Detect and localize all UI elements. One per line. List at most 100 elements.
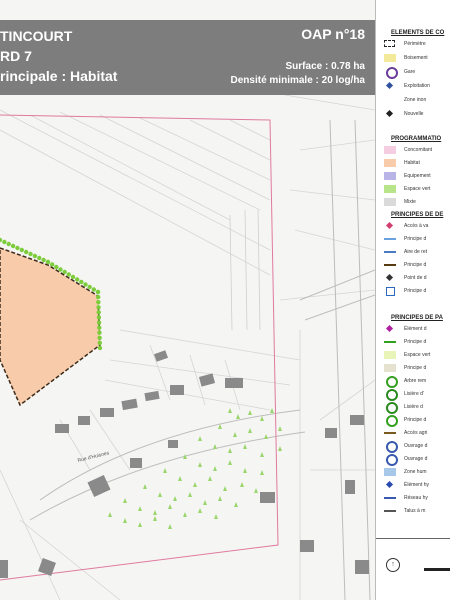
hedge-dot — [41, 257, 46, 263]
blue-swatch-icon — [384, 468, 396, 476]
tree-mark — [143, 484, 147, 489]
legend-item: Boisement — [384, 54, 450, 64]
legend-item-label: Principe d — [404, 288, 427, 294]
tree-mark — [260, 452, 264, 457]
legend-item: Ouvrage d — [384, 441, 450, 453]
yellow-swatch-icon — [384, 54, 396, 62]
tree-mark — [260, 470, 264, 475]
legend-item: Arbre rem — [384, 376, 450, 388]
scale-bar — [424, 568, 450, 571]
blue-ring-icon — [386, 441, 398, 453]
legend-item-label: Espace vert — [404, 186, 431, 192]
star-icon — [385, 81, 394, 90]
legend-item: Principe d — [384, 261, 450, 271]
legend-item: Principe d — [384, 338, 450, 348]
purple-swatch-icon — [384, 172, 396, 180]
tree-mark — [123, 518, 127, 523]
tree-mark — [243, 468, 247, 473]
none — [384, 96, 396, 104]
tree-mark — [240, 482, 244, 487]
legend-divider — [376, 538, 450, 539]
legend-item-label: Equipement — [404, 173, 431, 179]
tree-mark — [233, 432, 237, 437]
legend-item-label: Concomitant — [404, 147, 433, 153]
legend-item: Espace vert — [384, 185, 450, 195]
hedge-dot — [96, 320, 102, 325]
legend-item-label: Élément hy — [404, 482, 430, 488]
tree-mark — [138, 506, 142, 511]
legend-item-label: Mixte — [404, 199, 416, 205]
hedge-dot — [2, 239, 7, 245]
hedge-dot — [19, 247, 25, 253]
tree-mark — [153, 516, 157, 521]
hedge-dot — [49, 262, 55, 267]
hedge-dot — [0, 237, 3, 243]
hedge-dot — [15, 245, 20, 251]
legend-item-label: Boisement — [404, 55, 428, 61]
tree-mark — [138, 522, 142, 527]
legend-item: Principe d — [384, 235, 450, 245]
legend-item-label: Point de d — [404, 275, 427, 281]
tree-mark — [123, 498, 127, 503]
green-swatch-icon — [384, 185, 396, 193]
hedge-dot — [97, 340, 103, 346]
legend-item: Zone inon — [384, 96, 450, 106]
tree-mark — [213, 444, 217, 449]
hedge-dot — [96, 299, 101, 305]
hedge-dot — [97, 330, 102, 335]
legend-item-label: Ouvrage d — [404, 456, 428, 462]
blue-ring2-icon — [386, 454, 398, 466]
density-label: Densité minimale : 20 log/ha — [230, 75, 365, 86]
point-icon — [385, 273, 394, 282]
map-area[interactable]: Rue d'Huisnes TINCOURT RD 7 rincipale : … — [0, 0, 375, 600]
parking-icon — [386, 287, 395, 296]
hedge-dot — [70, 274, 76, 280]
commune-name: TINCOURT — [0, 28, 73, 44]
hedge-dot — [97, 345, 103, 351]
legend-item: Principe d — [384, 415, 450, 427]
pink-swatch-icon — [384, 146, 396, 154]
legend-item-label: Zone inon — [404, 97, 427, 103]
legend-item: Élément d — [384, 324, 450, 335]
tree-mark — [228, 408, 232, 413]
legend-item: Lisière d' — [384, 389, 450, 401]
legend-item-label: Principe d — [404, 365, 427, 371]
legend-section-title: PROGRAMMATIO — [391, 136, 442, 142]
hedge-dot — [97, 325, 102, 330]
grey-swatch-icon — [384, 198, 396, 206]
tree-mark — [158, 492, 162, 497]
legend-item-label: Accès agri — [404, 430, 428, 436]
tree-mark — [188, 492, 192, 497]
legend-item-label: Zone hum — [404, 469, 427, 475]
legend-item-label: Exploitation — [404, 83, 430, 89]
tree-mark — [183, 512, 187, 517]
tree-mark — [198, 436, 202, 441]
roads — [29, 119, 375, 600]
legend-item-label: Espace vert — [404, 352, 431, 358]
legend-item: Accès à va — [384, 221, 450, 232]
legend-section-title: PRINCIPES DE DE — [391, 212, 444, 218]
legend-item-label: Réseau hy — [404, 495, 428, 501]
habitat-zone[interactable] — [0, 247, 101, 407]
hedge-dot — [32, 253, 38, 259]
tree-mark — [243, 444, 247, 449]
legend-item: Mixte — [384, 198, 450, 208]
tree-mark — [260, 416, 264, 421]
legend-item: Talus à m — [384, 507, 450, 517]
legend-item: Gare — [384, 67, 450, 79]
dashed-box-icon — [384, 40, 395, 47]
legend-item-label: Principe d — [404, 417, 427, 423]
tree-mark — [178, 476, 182, 481]
hedge-dot — [45, 259, 51, 265]
hedge-dot — [96, 305, 101, 310]
green-dots-icon — [386, 389, 398, 401]
oap-figures: Surface : 0.78 ha Densité minimale : 20 … — [231, 60, 365, 88]
legend-item: Point de d — [384, 273, 450, 284]
brown-arrow-icon — [384, 432, 396, 434]
tree-mark — [208, 476, 212, 481]
small-star-icon — [385, 109, 394, 118]
blue-arrow-icon — [384, 238, 396, 240]
tree-mark — [236, 414, 240, 419]
title-block: TINCOURT RD 7 rincipale : Habitat — [0, 26, 117, 86]
legend-item-label: Lisière d — [404, 404, 423, 410]
